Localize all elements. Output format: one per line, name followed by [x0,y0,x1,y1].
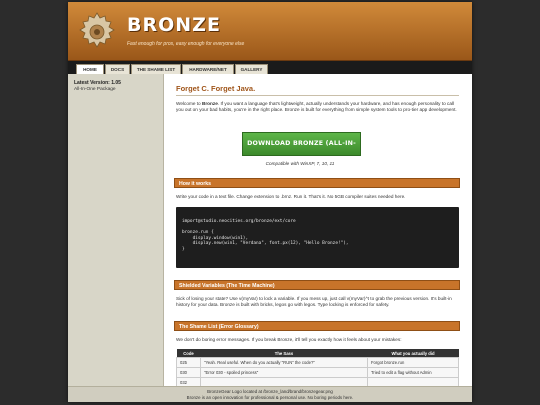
table-row: 030 "Error 030 - spoiled princess" Tried… [176,367,459,378]
shame-text: We don't do boring error messages. If yo… [176,337,402,342]
table-row: 025 "Yeah. Real useful. When do you actu… [176,357,459,368]
title-divider [176,95,459,96]
site-footer: BronzeGear Logo located at /bronze_land/… [68,386,472,402]
page-title: Forget C. Forget Java. [176,84,256,93]
how-it-works-text: Write your code in a text file. Change e… [176,194,406,199]
tab-shame-list[interactable]: THE SHAME LIST [131,64,181,74]
brand-tagline: Fast enough for pros, easy enough for ev… [127,41,245,47]
tab-docs[interactable]: DOCS [105,64,130,74]
col-actual: What you actually did [367,349,459,358]
code-sample: import@studio.neocities.org/bronze/ext/c… [176,207,459,268]
cell-actual: Tried to edit a flag without Admin [367,367,459,378]
cell-code: 030 [176,367,201,378]
latest-version: Latest Version: 1.05 [74,80,121,86]
intro-post: . If you want a language that's lightwei… [176,101,457,112]
bronze-gear-logo-icon [79,12,115,48]
section-shame-list: The Shame List (Error Glossary) [174,321,460,331]
tab-home[interactable]: HOME [76,64,104,74]
cell-actual: Forgot bronze.run [367,357,459,368]
page: BRONZE Fast enough for pros, easy enough… [68,2,472,402]
section-how-it-works: How it works [174,178,460,188]
error-table: Code The Sass What you actually did 025 … [176,349,459,388]
cell-sass: "Yeah. Real useful. When do you actually… [200,357,368,368]
intro-pre: Welcome to [176,101,202,106]
compatibility-note: Compatible with WinXP, 7, 10, 11 [265,161,335,166]
footer-license: Bronze is an open innovation for profess… [186,394,354,400]
sidebar: Latest Version: 1.05 All-In-One Package [68,74,164,402]
brand-title: BRONZE [127,14,221,36]
main-content: Forget C. Forget Java. Welcome to Bronze… [164,74,472,402]
intro-bold: Bronze [201,101,218,106]
cell-code: 025 [176,357,201,368]
main-nav: HOME DOCS THE SHAME LIST HARDWARE/NET GA… [68,61,472,74]
shielded-text: Sick of losing your state? Use v(myVar) … [176,296,452,307]
col-sass: The Sass [200,349,368,358]
site-header: BRONZE Fast enough for pros, easy enough… [68,2,472,61]
tab-hardware-net[interactable]: HARDWARE/NET [182,64,234,74]
intro-text: Welcome to Bronze. If you want a languag… [176,101,462,113]
download-button[interactable]: DOWNLOAD BRONZE (ALL-IN-ONE) [242,132,361,169]
tab-gallery[interactable]: GALLERY [235,64,268,74]
cell-sass: "Error 030 - spoiled princess" [200,367,368,378]
section-shielded-variables: Shielded Variables (The Time Machine) [174,280,460,290]
package-name: All-In-One Package [74,87,116,92]
table-header-row: Code The Sass What you actually did [176,349,459,358]
col-code: Code [176,349,201,358]
